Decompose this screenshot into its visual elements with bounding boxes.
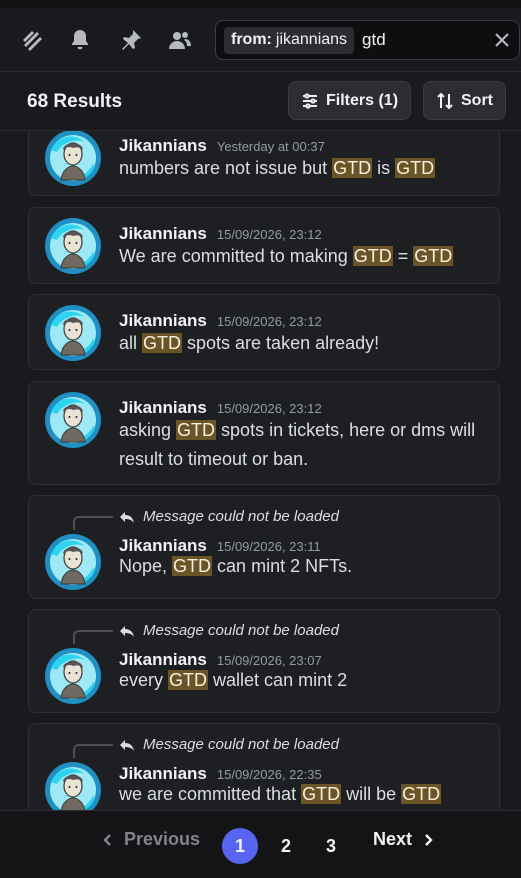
chip-value: jikannians bbox=[275, 31, 348, 48]
timestamp: 15/09/2026, 23:12 bbox=[216, 227, 322, 242]
previous-page-button[interactable]: Previous bbox=[102, 829, 200, 850]
avatar[interactable] bbox=[45, 131, 101, 186]
avatar[interactable] bbox=[45, 648, 101, 704]
message-content: We are committed to making GTD = GTD bbox=[119, 246, 454, 266]
chevron-left-icon bbox=[103, 833, 111, 846]
sort-button[interactable]: Sort bbox=[423, 81, 506, 120]
message-header: Jikannians Yesterday at 00:37 bbox=[119, 136, 325, 156]
avatar[interactable] bbox=[45, 218, 101, 274]
avatar[interactable] bbox=[45, 534, 101, 590]
author-name[interactable]: Jikannians bbox=[119, 136, 207, 156]
reply-spine bbox=[73, 630, 113, 644]
timestamp: Yesterday at 00:37 bbox=[216, 139, 325, 154]
message-content: every GTD wallet can mint 2 bbox=[119, 670, 348, 690]
page-2-button[interactable]: 2 bbox=[268, 828, 304, 864]
threads-icon[interactable] bbox=[18, 26, 46, 54]
reply-text: Message could not be loaded bbox=[143, 736, 339, 753]
reply-preview[interactable]: Message could not be loaded bbox=[119, 736, 339, 753]
pin-icon[interactable] bbox=[117, 26, 145, 54]
results-count: 68 Results bbox=[27, 91, 123, 112]
search-highlight: GTD bbox=[172, 556, 213, 576]
reply-spine bbox=[73, 516, 113, 530]
search-highlight: GTD bbox=[352, 246, 393, 266]
search-highlight: GTD bbox=[142, 333, 183, 353]
next-page-button[interactable]: Next bbox=[373, 829, 434, 850]
title-strip bbox=[0, 0, 521, 8]
avatar[interactable] bbox=[45, 762, 101, 810]
sort-label: Sort bbox=[461, 91, 493, 109]
reply-arrow-icon bbox=[120, 739, 134, 751]
search-highlight: GTD bbox=[413, 246, 454, 266]
message-content: all GTD spots are taken already! bbox=[119, 333, 380, 353]
sliders-icon bbox=[303, 92, 317, 109]
avatar[interactable] bbox=[45, 392, 101, 448]
reply-preview[interactable]: Message could not be loaded bbox=[119, 508, 339, 525]
members-icon[interactable] bbox=[166, 26, 194, 54]
filters-button[interactable]: Filters (1) bbox=[288, 81, 412, 120]
search-highlight: GTD bbox=[332, 158, 373, 178]
reply-arrow-icon bbox=[120, 511, 134, 523]
search-result-message[interactable]: Message could not be loaded Jikannians 1… bbox=[28, 723, 500, 810]
message-content: Nope, GTD can mint 2 NFTs. bbox=[119, 556, 353, 576]
message-header: Jikannians 15/09/2026, 23:12 bbox=[119, 224, 322, 244]
message-header: Jikannians 15/09/2026, 23:12 bbox=[119, 311, 322, 331]
results-header: 68 Results Filters (1) Sort bbox=[0, 72, 521, 131]
avatar[interactable] bbox=[45, 305, 101, 361]
search-highlight: GTD bbox=[168, 670, 209, 690]
reply-arrow-icon bbox=[120, 625, 134, 637]
message-content: asking GTD spots in tickets, here or dms… bbox=[119, 420, 476, 469]
pagination: Previous 1 2 3 Next bbox=[0, 810, 521, 878]
message-content: numbers are not issue but GTD is GTD bbox=[119, 158, 436, 178]
search-result-message[interactable]: Jikannians Yesterday at 00:37 numbers are… bbox=[28, 131, 500, 196]
search-results-list: Jikannians Yesterday at 00:37 numbers are… bbox=[0, 131, 521, 810]
search-result-message[interactable]: Message could not be loaded Jikannians 1… bbox=[28, 609, 500, 713]
search-highlight: GTD bbox=[401, 784, 442, 804]
bell-icon[interactable] bbox=[66, 26, 94, 54]
page-1-button[interactable]: 1 bbox=[222, 828, 258, 864]
timestamp: 15/09/2026, 23:12 bbox=[216, 314, 322, 329]
search-box[interactable]: from: jikannians gtd bbox=[215, 20, 520, 60]
author-name[interactable]: Jikannians bbox=[119, 224, 207, 244]
page-3-button[interactable]: 3 bbox=[313, 828, 349, 864]
author-name[interactable]: Jikannians bbox=[119, 398, 207, 418]
toolbar: from: jikannians gtd bbox=[0, 0, 521, 72]
chip-key: from: bbox=[231, 31, 272, 48]
reply-text: Message could not be loaded bbox=[143, 622, 339, 639]
search-filter-chip[interactable]: from: jikannians bbox=[224, 26, 355, 54]
reply-spine bbox=[73, 744, 113, 758]
search-result-message[interactable]: Jikannians 15/09/2026, 23:12 asking GTD s… bbox=[28, 381, 500, 485]
next-label: Next bbox=[373, 829, 413, 849]
search-highlight: GTD bbox=[395, 158, 436, 178]
search-result-message[interactable]: Message could not be loaded Jikannians 1… bbox=[28, 495, 500, 599]
filters-label: Filters (1) bbox=[326, 91, 399, 109]
search-result-message[interactable]: Jikannians 15/09/2026, 23:12 We are commi… bbox=[28, 207, 500, 284]
sort-icon bbox=[437, 92, 453, 109]
timestamp: 15/09/2026, 23:12 bbox=[216, 401, 322, 416]
author-name[interactable]: Jikannians bbox=[119, 311, 207, 331]
search-result-message[interactable]: Jikannians 15/09/2026, 23:12 all GTD spot… bbox=[28, 294, 500, 370]
message-content: we are committed that GTD will be GTD bbox=[119, 784, 442, 804]
reply-text: Message could not be loaded bbox=[143, 508, 339, 525]
search-highlight: GTD bbox=[176, 420, 217, 440]
search-highlight: GTD bbox=[301, 784, 342, 804]
clear-search-icon[interactable] bbox=[493, 31, 511, 49]
chevron-right-icon bbox=[425, 833, 433, 846]
previous-label: Previous bbox=[124, 829, 201, 849]
search-input[interactable]: gtd bbox=[362, 30, 386, 50]
reply-preview[interactable]: Message could not be loaded bbox=[119, 622, 339, 639]
message-header: Jikannians 15/09/2026, 23:12 bbox=[119, 398, 322, 418]
